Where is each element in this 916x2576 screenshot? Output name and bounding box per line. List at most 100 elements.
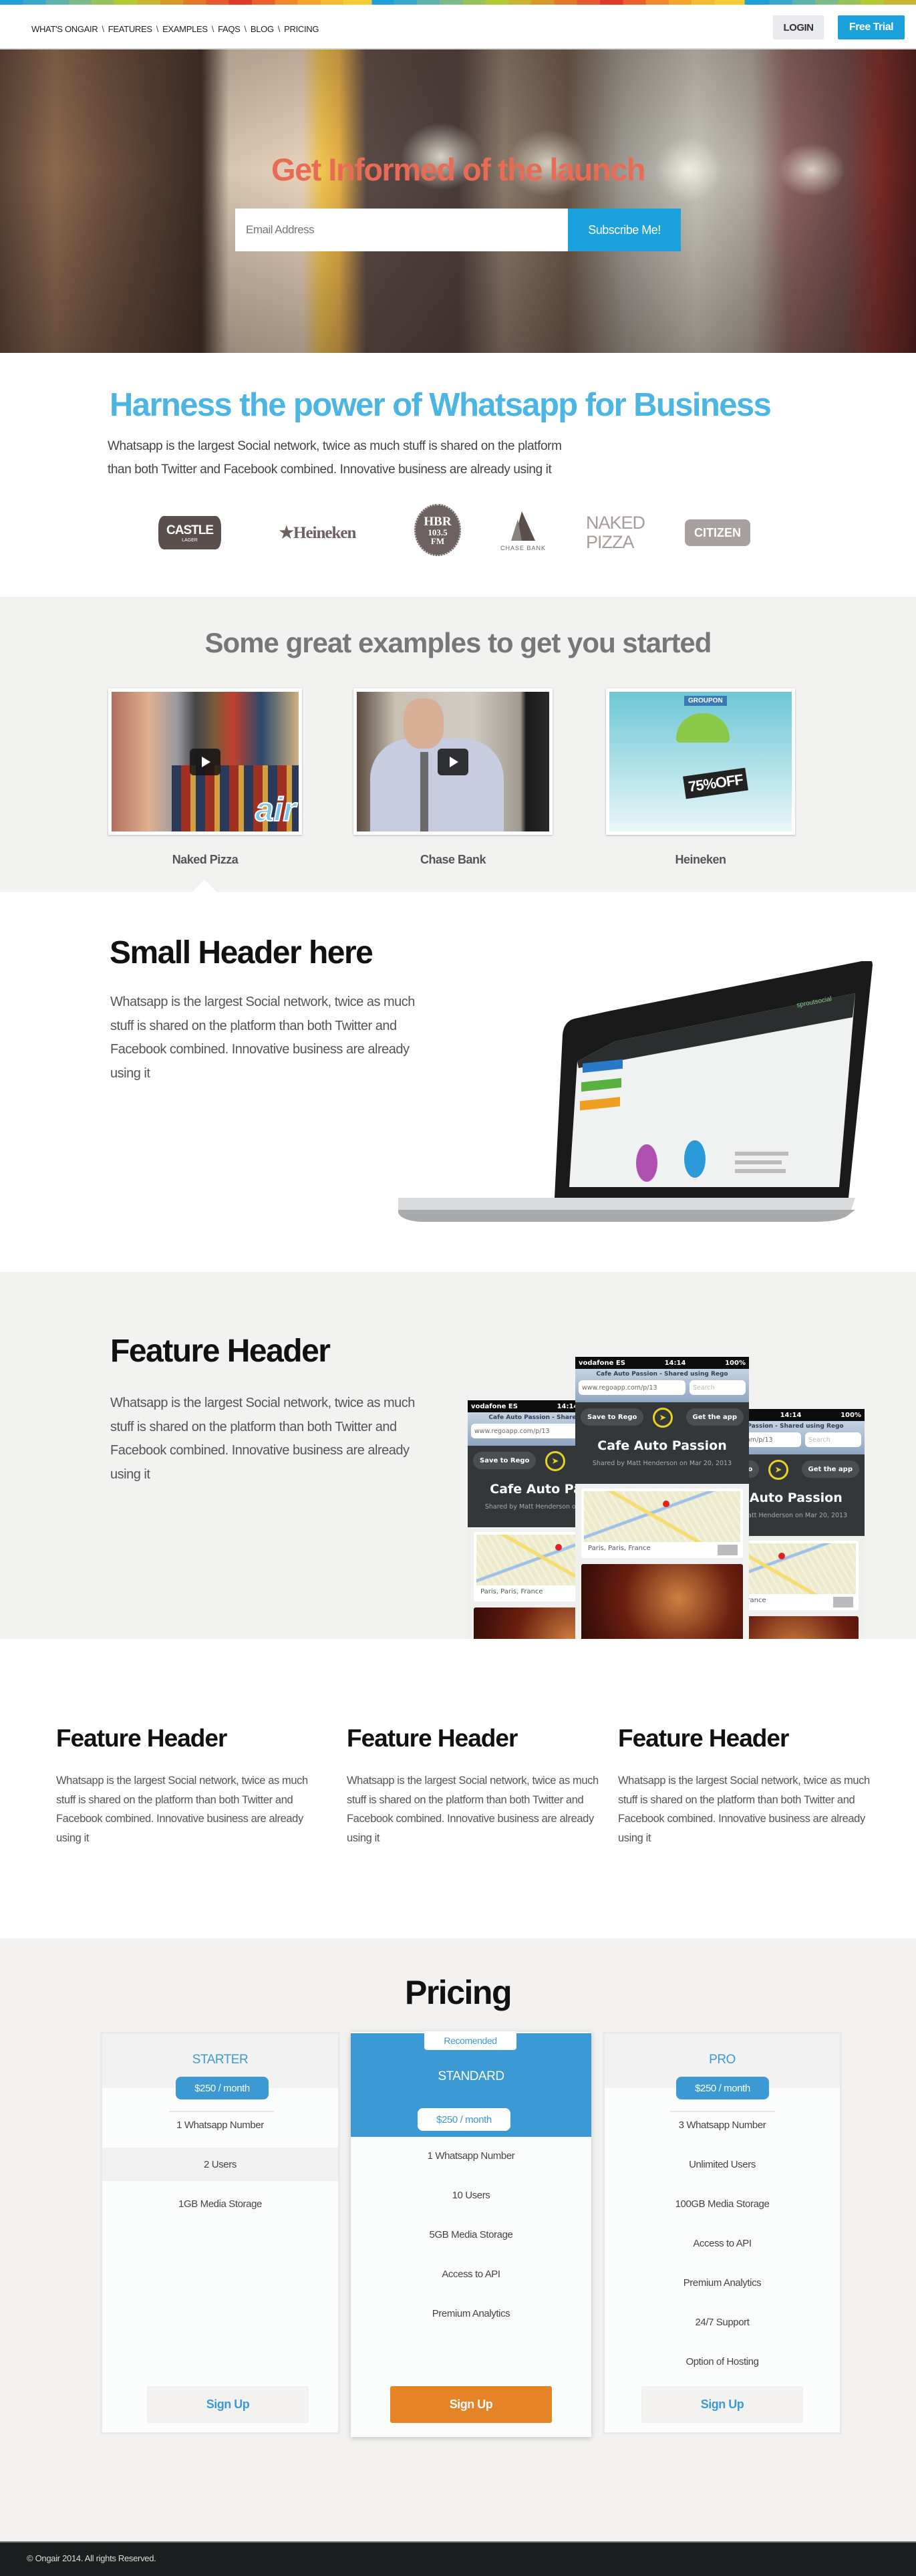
plan-card-starter: STARTER $250 / month 1 Whatsapp Number 2…: [100, 2032, 340, 2434]
logo-hbr-text: HBR: [424, 514, 452, 529]
phone-mockup: vodafone ES 14:14 100% Cafe Auto Passion -…: [575, 1357, 749, 1639]
nav-separator: \: [211, 24, 214, 34]
carrier: vodafone ES: [471, 1402, 518, 1410]
email-input[interactable]: [235, 209, 568, 251]
example-video-chase-bank[interactable]: [353, 688, 553, 835]
example-video-heineken[interactable]: GROUPON 75%OFF: [606, 688, 795, 835]
login-button[interactable]: LOGIN: [773, 15, 824, 39]
example-video-naked-pizza[interactable]: air: [108, 688, 302, 835]
example-overlay-text: 75%OFF: [683, 767, 748, 799]
plan-feature: Unlimited Users: [689, 2159, 756, 2170]
browser-bar: Cafe Auto Passion - Shared using Rego ww…: [575, 1369, 749, 1402]
time: 14:14: [780, 1411, 802, 1419]
color-stripe: [0, 0, 916, 5]
logo-hbr-fm: FM: [430, 535, 445, 546]
plan-feature: 1GB Media Storage: [178, 2198, 262, 2210]
plan-feature: 3 Whatsapp Number: [678, 2119, 766, 2131]
nav-faqs[interactable]: FAQS: [218, 24, 241, 34]
free-trial-button[interactable]: Free Trial: [838, 15, 905, 39]
map-image: [584, 1491, 740, 1542]
recommended-badge: Recomended: [424, 2031, 516, 2050]
plan-feature: 100GB Media Storage: [675, 2198, 770, 2210]
example-banner-text: GROUPON: [684, 696, 727, 706]
footer: © Ongair 2014. All rights Reserved.: [0, 2541, 916, 2576]
plan-feature: 24/7 Support: [695, 2317, 750, 2328]
nav-separator: \: [156, 24, 159, 34]
photo-card: [581, 1564, 743, 1639]
feature-title: Feature Header: [110, 1333, 331, 1369]
battery: 100%: [841, 1411, 861, 1419]
sign-up-button[interactable]: Sign Up: [147, 2386, 309, 2423]
search-field: Search: [690, 1380, 746, 1395]
intro-text-line: Whatsapp is the largest Social network, …: [108, 439, 562, 453]
get-app-button: Get the app: [685, 1408, 744, 1426]
shared-by: Shared by Matt Henderson on Mar 20, 2013: [592, 1460, 732, 1467]
showcase-title: Small Header here: [110, 935, 373, 971]
plan-feature: 1 Whatsapp Number: [176, 2119, 264, 2131]
plan-feature: 2 Users: [204, 2159, 237, 2170]
nav-features[interactable]: FEATURES: [108, 24, 152, 34]
logo-pizza-text: PIZZA: [586, 532, 635, 552]
example-label[interactable]: Heineken: [606, 853, 795, 867]
plan-feature: 10 Users: [452, 2190, 490, 2201]
nav-separator: \: [102, 24, 104, 34]
time: 14:14: [664, 1359, 686, 1367]
save-to-rego-button: Save to Rego: [473, 1452, 537, 1469]
map-pin-icon: [555, 1544, 562, 1551]
page-title: Cafe Auto Passion - Shared using Rego: [596, 1371, 728, 1378]
compass-icon: ➤: [768, 1460, 788, 1480]
plan-card-pro: PRO $250 / month 3 Whatsapp Number Unlim…: [603, 2032, 842, 2434]
carrier: vodafone ES: [579, 1359, 625, 1367]
logo-castle: CASTLE LAGER: [158, 516, 221, 549]
place-name: Cafe Auto Passion: [597, 1438, 727, 1453]
search-field: Search: [805, 1432, 861, 1447]
intro-text-line: than both Twitter and Facebook combined.…: [108, 463, 552, 477]
examples-title: Some great examples to get you started: [204, 627, 712, 658]
hero-background-image: [0, 49, 916, 353]
selected-pointer: [191, 880, 218, 893]
copyright-text: © Ongair 2014. All rights Reserved.: [27, 2553, 156, 2563]
plan-feature: Access to API: [693, 2238, 752, 2249]
example-label[interactable]: Chase Bank: [353, 853, 553, 867]
intro-title: Harness the power of Whatsapp for Busine…: [110, 387, 772, 423]
plan-feature: Access to API: [442, 2269, 500, 2280]
map-card: Paris, Paris, France: [581, 1489, 743, 1558]
battery: 100%: [725, 1359, 746, 1367]
plan-name: STANDARD: [438, 2069, 504, 2083]
plan-feature: Option of Hosting: [685, 2356, 759, 2367]
feature-col-text: Whatsapp is the largest Social network, …: [56, 1775, 308, 1845]
pricing-title: Pricing: [405, 1974, 512, 2011]
play-icon[interactable]: [190, 748, 220, 775]
logo-hbr: HBR 103.5 FM: [414, 504, 461, 556]
feature-col-text: Whatsapp is the largest Social network, …: [347, 1775, 599, 1845]
location-text: Paris, Paris, France: [588, 1545, 651, 1552]
play-icon[interactable]: [438, 748, 468, 775]
feature-col-title: Feature Header: [56, 1724, 227, 1752]
plan-price: $250 / month: [418, 2108, 510, 2131]
sailboat-icon: [511, 511, 535, 541]
plan-feature: Premium Analytics: [432, 2308, 510, 2319]
example-label[interactable]: Naked Pizza: [108, 853, 302, 867]
nav-pricing[interactable]: PRICING: [284, 24, 319, 34]
location-text: Paris, Paris, France: [480, 1588, 543, 1595]
feature-text: Whatsapp is the largest Social network, …: [110, 1396, 415, 1482]
logo-hbr-freq: 103.5: [428, 527, 448, 537]
logo-heineken: ★Heineken: [279, 524, 357, 542]
divider: [670, 2111, 775, 2112]
nav-examples[interactable]: EXAMPLES: [162, 24, 208, 34]
intro-text: Whatsapp is the largest Social network, …: [108, 434, 709, 481]
sign-up-button[interactable]: Sign Up: [390, 2386, 552, 2423]
logo-naked-text: NAKED: [586, 513, 645, 533]
compass-icon: ➤: [653, 1408, 673, 1428]
laptop-image: sproutsocial: [347, 960, 875, 1239]
logo-citizen: CITIZEN: [685, 519, 750, 546]
plan-name: PRO: [709, 2053, 736, 2067]
nav-whats-ongair[interactable]: WHAT'S ONGAIR: [31, 24, 98, 34]
plan-card-standard: Recomended STANDARD $250 / month 1 Whats…: [351, 2031, 591, 2437]
save-to-rego-button: Save to Rego: [581, 1408, 644, 1426]
nav-blog[interactable]: BLOG: [251, 24, 274, 34]
subscribe-button[interactable]: Subscribe Me!: [568, 209, 681, 251]
sign-up-button[interactable]: Sign Up: [641, 2386, 803, 2423]
compass-icon: ➤: [545, 1451, 565, 1471]
plan-price: $250 / month: [176, 2077, 269, 2099]
